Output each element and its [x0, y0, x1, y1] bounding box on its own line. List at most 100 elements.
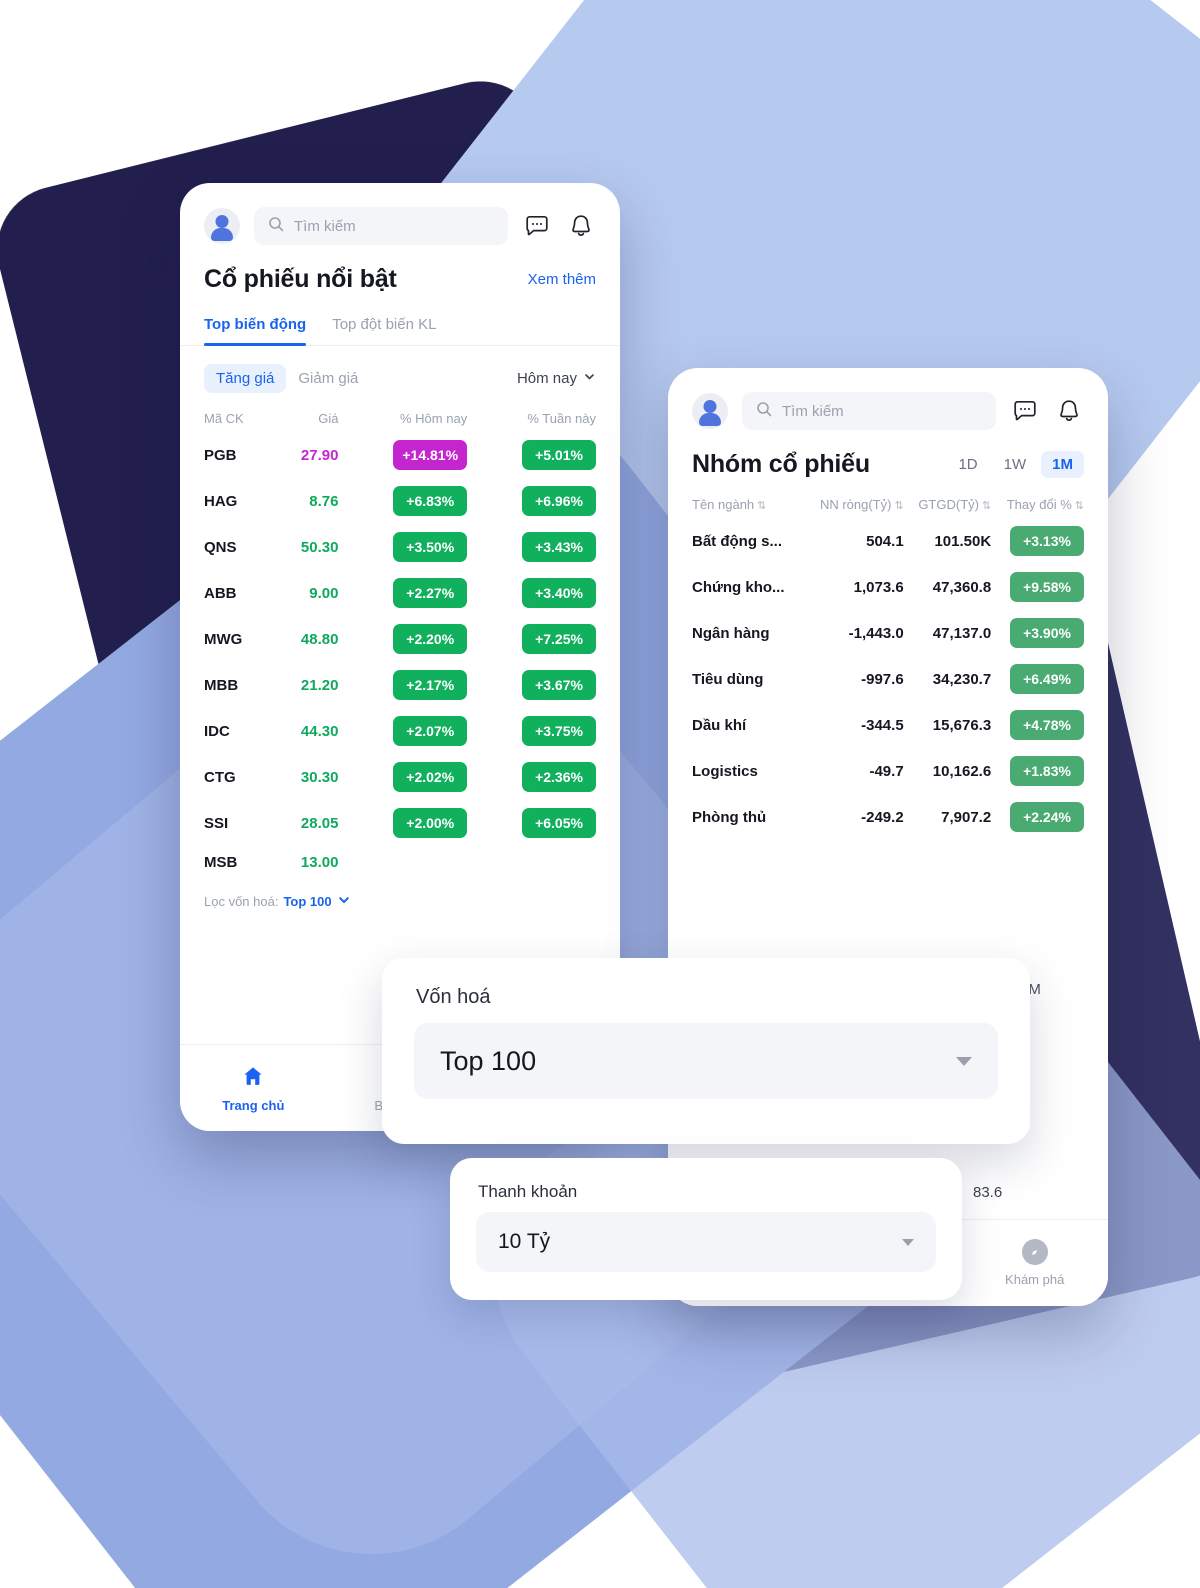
cell-symbol: MWG	[204, 630, 243, 648]
sort-icon: ⇅	[894, 500, 904, 512]
chat-bubble-icon[interactable]	[522, 211, 552, 241]
cell-today-pct: +6.83%	[338, 478, 468, 524]
cell-price: 27.90	[300, 446, 339, 464]
cell-today-pct: +2.02%	[338, 754, 468, 800]
cell-sector-name: Bất động s...	[692, 532, 782, 550]
cell-change-pct: +3.13%	[991, 518, 1084, 564]
cell-turnover: 15,676.3	[932, 716, 992, 734]
cap-filter[interactable]: Lọc vốn hoá: Top 100	[180, 879, 620, 920]
table-row[interactable]: CTG 30.30 +2.02% +2.36%	[204, 754, 596, 800]
table-row[interactable]: Tiêu dùng -997.6 34,230.7 +6.49%	[692, 656, 1084, 702]
compass-icon	[1021, 1239, 1048, 1265]
market-cap-select[interactable]: Top 100	[414, 1023, 998, 1099]
filter-gainers[interactable]: Tăng giá	[204, 364, 287, 393]
badge-week: +3.75%	[522, 716, 596, 746]
table-row[interactable]: QNS 50.30 +3.50% +3.43%	[204, 524, 596, 570]
col-foreign-net-label: NN ròng(Tỷ)	[819, 497, 892, 512]
avatar[interactable]	[692, 393, 728, 429]
table-row[interactable]: Logistics -49.7 10,162.6 +1.83%	[692, 748, 1084, 794]
table-row[interactable]: PGB 27.90 +14.81% +5.01%	[204, 432, 596, 478]
badge-today: +2.20%	[393, 624, 468, 654]
cell-sector-name: Tiêu dùng	[692, 670, 764, 688]
see-more-link[interactable]: Xem thêm	[528, 271, 596, 288]
badge-today: +2.17%	[393, 670, 468, 700]
col-sector-name[interactable]: Tên ngành ⇅	[692, 479, 803, 518]
bell-icon[interactable]	[1054, 396, 1084, 426]
avatar-body-icon	[699, 413, 721, 426]
cell-change-pct: +9.58%	[991, 564, 1084, 610]
col-change-pct[interactable]: Thay đổi % ⇅	[991, 479, 1084, 518]
col-foreign-net[interactable]: NN ròng(Tỷ) ⇅	[803, 479, 904, 518]
search-input[interactable]: Tìm kiếm	[742, 392, 996, 430]
col-price: Giá	[318, 411, 339, 426]
cell-week-pct: +5.01%	[467, 432, 596, 478]
table-row[interactable]: Dầu khí -344.5 15,676.3 +4.78%	[692, 702, 1084, 748]
search-input[interactable]: Tìm kiếm	[254, 207, 508, 245]
table-row[interactable]: HAG 8.76 +6.83% +6.96%	[204, 478, 596, 524]
app-topbar: Tìm kiếm	[668, 368, 1108, 430]
badge-change: +2.24%	[1010, 802, 1084, 832]
table-row[interactable]: IDC 44.30 +2.07% +3.75%	[204, 708, 596, 754]
badge-week: +5.01%	[522, 440, 596, 470]
segment-1w[interactable]: 1W	[993, 451, 1038, 478]
cap-filter-label: Lọc vốn hoá:	[204, 894, 279, 909]
table-row[interactable]: SSI 28.05 +2.00% +6.05%	[204, 800, 596, 846]
badge-change: +4.78%	[1010, 710, 1084, 740]
cell-today-pct: +14.81%	[338, 432, 468, 478]
cell-turnover: 101.50K	[934, 532, 992, 550]
sector-table-wrap: Tên ngành ⇅ NN ròng(Tỷ) ⇅ GTGD(Tỷ) ⇅ Thay đ…	[668, 479, 1108, 840]
period-select[interactable]: Hôm nay	[517, 370, 596, 387]
badge-today: +6.83%	[393, 486, 468, 516]
liquidity-select[interactable]: 10 Tỷ	[476, 1212, 936, 1272]
segment-1d[interactable]: 1D	[947, 451, 988, 478]
cell-week-pct: +7.25%	[467, 616, 596, 662]
nav-item-discover[interactable]: Khám phá	[961, 1220, 1108, 1306]
cell-week-pct	[467, 846, 596, 879]
badge-today: +14.81%	[393, 440, 468, 470]
badge-change: +3.13%	[1010, 526, 1084, 556]
table-row[interactable]: Ngân hàng -1,443.0 47,137.0 +3.90%	[692, 610, 1084, 656]
tab-top-movers[interactable]: Top biến động	[204, 316, 307, 346]
avatar[interactable]	[204, 208, 240, 244]
cell-sector-name: Phòng thủ	[692, 808, 767, 826]
nav-item-home-label: Trang chủ	[222, 1097, 285, 1113]
col-turnover[interactable]: GTGD(Tỷ) ⇅	[904, 479, 991, 518]
cell-price: 8.76	[309, 492, 339, 510]
cell-sector-name: Ngân hàng	[692, 624, 770, 642]
badge-today: +2.02%	[393, 762, 468, 792]
badge-week: +3.40%	[522, 578, 596, 608]
cell-change-pct: +2.24%	[991, 794, 1084, 840]
table-row[interactable]: MSB 13.00	[204, 846, 596, 879]
filter-losers[interactable]: Giảm giá	[286, 364, 370, 393]
cap-filter-value: Top 100	[283, 894, 332, 909]
table-row[interactable]: Chứng kho... 1,073.6 47,360.8 +9.58%	[692, 564, 1084, 610]
cell-turnover: 47,137.0	[932, 624, 992, 642]
badge-week: +6.96%	[522, 486, 596, 516]
col-symbol: Mã CK	[204, 411, 244, 426]
cell-foreign-net: -249.2	[861, 808, 904, 826]
badge-today: +2.27%	[393, 578, 468, 608]
bell-icon[interactable]	[566, 211, 596, 241]
segment-1m[interactable]: 1M	[1041, 451, 1084, 478]
sort-icon: ⇅	[757, 500, 767, 512]
table-row[interactable]: MWG 48.80 +2.20% +7.25%	[204, 616, 596, 662]
section-title-row: Nhóm cổ phiếu 1D 1W 1M	[668, 430, 1108, 479]
badge-week: +3.43%	[522, 532, 596, 562]
cell-week-pct: +2.36%	[467, 754, 596, 800]
chevron-down-icon	[902, 1238, 914, 1246]
nav-item-home[interactable]: Trang chủ	[180, 1045, 327, 1131]
cell-symbol: PGB	[204, 446, 237, 464]
table-row[interactable]: Bất động s... 504.1 101.50K +3.13%	[692, 518, 1084, 564]
tab-volume-spike[interactable]: Top đột biến KL	[332, 316, 436, 345]
cell-symbol: ABB	[204, 584, 237, 602]
table-row[interactable]: ABB 9.00 +2.27% +3.40%	[204, 570, 596, 616]
table-row[interactable]: MBB 21.20 +2.17% +3.67%	[204, 662, 596, 708]
cell-price: 48.80	[300, 630, 339, 648]
cell-today-pct: +3.50%	[338, 524, 468, 570]
table-row[interactable]: Phòng thủ -249.2 7,907.2 +2.24%	[692, 794, 1084, 840]
chat-bubble-icon[interactable]	[1010, 396, 1040, 426]
nav-item-discover-label: Khám phá	[1005, 1272, 1065, 1287]
col-week-pct: % Tuần này	[527, 411, 596, 426]
chevron-down-icon	[956, 1056, 972, 1066]
cell-today-pct	[338, 846, 467, 879]
